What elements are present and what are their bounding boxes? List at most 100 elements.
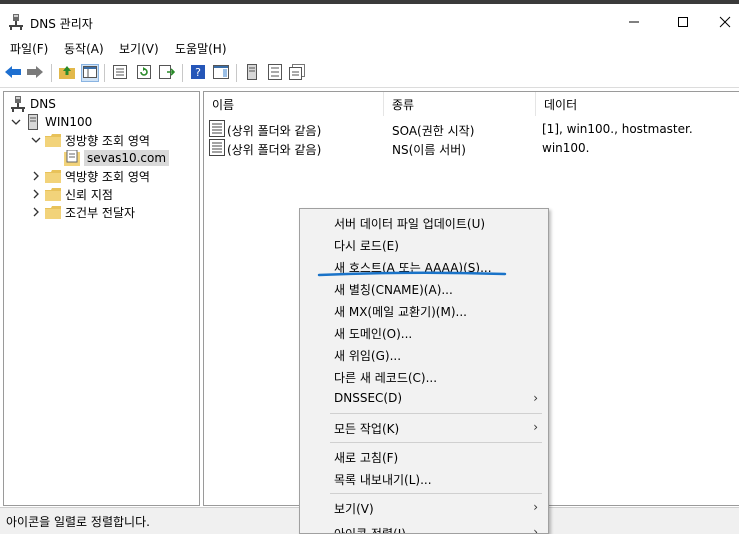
tree-item-trust-points[interactable]: 신뢰 지점	[30, 185, 113, 203]
chevron-right-icon[interactable]	[30, 170, 42, 182]
record-name: (상위 폴더와 같음)	[227, 124, 322, 138]
help-button[interactable]: ?	[189, 64, 207, 82]
server-icon	[247, 63, 257, 83]
tree-item-reverse-zones[interactable]: 역방향 조회 영역	[30, 167, 150, 185]
tree-label-win100: WIN100	[45, 115, 93, 129]
server-button[interactable]	[243, 63, 261, 83]
svg-text:?: ?	[195, 66, 201, 79]
chevron-right-icon: ›	[533, 525, 538, 534]
forward-button[interactable]	[26, 64, 44, 82]
menu-item-arrange-icons[interactable]: 아이콘 정렬(I) ›	[300, 521, 548, 534]
tree-label-conditional-forwarders: 조건부 전달자	[65, 205, 136, 220]
chevron-down-icon[interactable]	[10, 116, 22, 128]
menu-help[interactable]: 도움말(H)	[175, 40, 227, 57]
status-text: 아이콘을 일렬로 정렬합니다.	[6, 515, 150, 529]
menu-item-refresh[interactable]: 새로 고침(F)	[300, 445, 548, 467]
folder-icon	[45, 186, 61, 202]
back-button[interactable]	[4, 64, 22, 82]
menu-item-label: 새 별칭(CNAME)(A)...	[334, 283, 453, 297]
maximize-icon	[677, 16, 689, 31]
zone-list-button[interactable]	[266, 63, 284, 83]
refresh-button[interactable]	[135, 64, 153, 82]
menu-item-label: 새 위임(G)...	[334, 349, 402, 363]
menu-action[interactable]: 동작(A)	[64, 40, 104, 57]
maximize-button[interactable]	[660, 8, 706, 38]
action-pane-button[interactable]	[212, 64, 230, 82]
record-icon	[209, 120, 225, 137]
menu-item-label: 새 MX(메일 교환기)(M)...	[334, 305, 467, 319]
record-type: NS(이름 서버)	[392, 143, 466, 157]
menu-item-label: 목록 내보내기(L)...	[334, 473, 432, 487]
table-row[interactable]: (상위 폴더와 같음) NS(이름 서버) win100.	[204, 139, 739, 157]
menu-view[interactable]: 보기(V)	[119, 40, 159, 57]
menu-item-new-domain[interactable]: 새 도메인(O)...	[300, 321, 548, 343]
tree-label-forward-zones: 정방향 조회 영역	[65, 133, 150, 148]
context-menu: 서버 데이터 파일 업데이트(U) 다시 로드(E) 새 호스트(A 또는 AA…	[299, 208, 549, 534]
tree-item-zone-sevas10[interactable]: sevas10.com	[64, 149, 170, 167]
menu-item-reload[interactable]: 다시 로드(E)	[300, 233, 548, 255]
tree-item-forward-zones[interactable]: 정방향 조회 영역	[30, 131, 150, 149]
record-name: (상위 폴더와 같음)	[227, 143, 322, 157]
table-row[interactable]: (상위 폴더와 같음) SOA(권한 시작) [1], win100., hos…	[204, 120, 739, 138]
menu-item-label: 새로 고침(F)	[334, 451, 399, 465]
up-folder-icon	[59, 65, 75, 82]
zone-icon	[64, 150, 80, 166]
menu-item-new-alias[interactable]: 새 별칭(CNAME)(A)...	[300, 277, 548, 299]
chevron-right-icon[interactable]	[30, 188, 42, 200]
menu-item-new-mx[interactable]: 새 MX(메일 교환기)(M)...	[300, 299, 548, 321]
chevron-right-icon[interactable]	[30, 206, 42, 218]
console-tree: DNS WIN100 정방향 조회 영역 sevas10.com 역방향 조회 …	[3, 91, 200, 506]
tree-label-dns: DNS	[30, 97, 56, 111]
chevron-right-icon: ›	[533, 391, 538, 405]
menu-item-all-tasks[interactable]: 모든 작업(K) ›	[300, 416, 548, 438]
close-button[interactable]	[702, 8, 739, 38]
minimize-icon	[628, 16, 640, 31]
server-icon	[25, 114, 41, 130]
title-bar: DNS 관리자	[0, 0, 739, 36]
export-list-button[interactable]	[158, 64, 176, 82]
menu-item-label: 다시 로드(E)	[334, 239, 399, 253]
toolbar: ?	[0, 58, 739, 88]
record-type: SOA(권한 시작)	[392, 124, 475, 138]
export-list-icon	[159, 64, 176, 82]
tree-item-win100[interactable]: WIN100	[10, 113, 92, 131]
dns-manager-icon	[10, 96, 26, 112]
show-hide-tree-icon	[83, 65, 97, 81]
column-header-data[interactable]: 데이터	[536, 92, 739, 116]
menu-item-label: 아이콘 정렬(I)	[334, 527, 406, 534]
chevron-right-icon: ›	[533, 420, 538, 434]
tree-item-conditional-forwarders[interactable]: 조건부 전달자	[30, 203, 135, 221]
tree-label-reverse-zones: 역방향 조회 영역	[65, 169, 150, 184]
menu-item-other-new-records[interactable]: 다른 새 레코드(C)...	[300, 365, 548, 387]
forward-arrow-icon	[26, 65, 44, 82]
menu-item-new-delegation[interactable]: 새 위임(G)...	[300, 343, 548, 365]
menu-item-label: 모든 작업(K)	[334, 422, 400, 436]
properties-button[interactable]	[111, 64, 129, 82]
records-icon	[289, 63, 305, 83]
record-icon	[209, 139, 225, 156]
menu-item-dnssec[interactable]: DNSSEC(D) ›	[300, 387, 548, 409]
chevron-right-icon: ›	[533, 500, 538, 514]
show-hide-tree-button[interactable]	[81, 64, 99, 82]
menu-item-update-server-data[interactable]: 서버 데이터 파일 업데이트(U)	[300, 211, 548, 233]
back-arrow-icon	[4, 65, 22, 82]
menu-file[interactable]: 파일(F)	[10, 40, 48, 57]
tree-item-dns[interactable]: DNS	[10, 95, 56, 113]
refresh-icon	[137, 64, 151, 82]
column-header-type[interactable]: 종류	[384, 92, 536, 116]
menu-item-export-list[interactable]: 목록 내보내기(L)...	[300, 467, 548, 489]
menu-item-label: DNSSEC(D)	[334, 391, 403, 405]
up-folder-button[interactable]	[58, 64, 76, 82]
tree-label-trust-points: 신뢰 지점	[65, 187, 113, 202]
properties-icon	[113, 64, 127, 82]
chevron-down-icon[interactable]	[30, 134, 42, 146]
zone-list-icon	[268, 63, 282, 83]
records-button[interactable]	[288, 63, 306, 83]
menu-item-label: 다른 새 레코드(C)...	[334, 371, 438, 385]
folder-icon	[45, 132, 61, 148]
minimize-button[interactable]	[611, 8, 657, 38]
folder-icon	[45, 204, 61, 220]
column-header-name[interactable]: 이름	[204, 92, 384, 116]
menu-item-view[interactable]: 보기(V) ›	[300, 496, 548, 518]
close-icon	[719, 16, 731, 31]
